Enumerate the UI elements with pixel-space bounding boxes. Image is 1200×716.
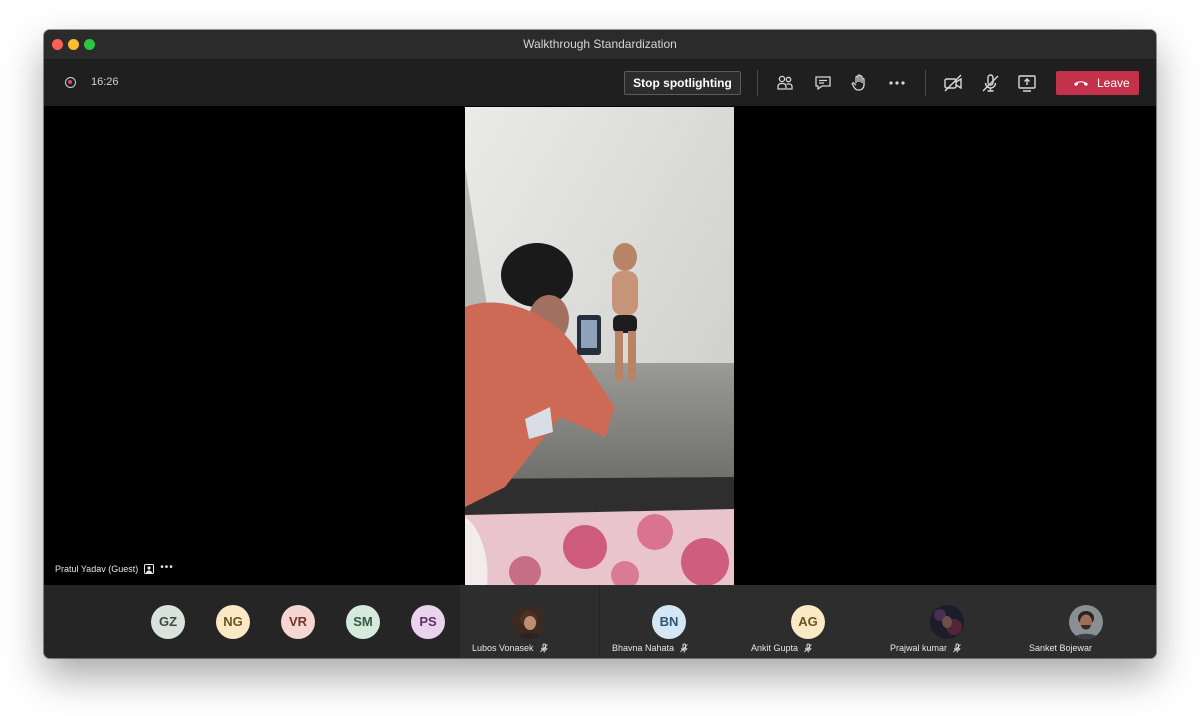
participant-tile[interactable]: Lubos Vonasek <box>460 585 599 658</box>
raise-hand-icon[interactable] <box>847 71 871 95</box>
title-bar: Walkthrough Standardization <box>44 30 1156 60</box>
window-title: Walkthrough Standardization <box>523 37 677 51</box>
meeting-timer: 16:26 <box>91 76 119 88</box>
participant-name-row: Bhavna Nahata <box>612 643 689 653</box>
mic-muted-icon <box>804 643 812 653</box>
participant-name-row: Prajwal kumar <box>890 643 962 653</box>
teams-meeting-window: Walkthrough Standardization 16:26 Stop s… <box>44 30 1156 658</box>
participant-name: Lubos Vonasek <box>472 643 534 653</box>
avatar-initials: SM <box>353 614 373 629</box>
participant-avatar-ps[interactable]: PS <box>411 605 445 639</box>
avatar-initials: VR <box>288 614 308 629</box>
participant-photo <box>930 605 964 639</box>
participant-tile[interactable]: Prajwal kumar <box>878 585 1017 658</box>
toolbar-divider <box>925 70 926 96</box>
participant-photo <box>512 605 546 639</box>
more-options-icon[interactable] <box>885 71 909 95</box>
participant-photo <box>1069 605 1103 639</box>
toolbar-divider <box>757 70 758 96</box>
participant-more-options-icon[interactable]: ••• <box>160 562 174 573</box>
participant-name: Bhavna Nahata <box>612 643 675 653</box>
avatar-initials: PS <box>419 614 437 629</box>
mic-muted-icon <box>539 643 548 653</box>
avatar-initials: BN <box>659 614 679 629</box>
leave-label: Leave <box>1097 76 1130 90</box>
leave-button[interactable]: Leave <box>1056 71 1139 95</box>
participant-tile[interactable]: AG Ankit Gupta <box>739 585 878 658</box>
phone-hangup-icon <box>1074 81 1088 86</box>
spotlight-participant-name: Pratul Yadav (Guest) <box>55 564 139 574</box>
mic-off-icon[interactable] <box>978 71 1002 95</box>
participant-tile[interactable]: BN Bhavna Nahata <box>600 585 739 658</box>
participant-avatar-bn: BN <box>652 605 686 639</box>
participant-name: Prajwal kumar <box>890 643 948 653</box>
avatar-initials: NG <box>223 614 243 629</box>
mic-muted-icon <box>953 643 961 653</box>
share-screen-icon[interactable] <box>1015 71 1039 95</box>
participant-name-row: Ankit Gupta <box>751 643 813 653</box>
spotlight-video[interactable] <box>465 107 734 585</box>
participant-name-row: Sanket Bojewar <box>1029 643 1092 653</box>
chat-icon[interactable] <box>811 71 835 95</box>
participant-avatar-gz[interactable]: GZ <box>151 605 185 639</box>
participant-avatar-ag: AG <box>791 605 825 639</box>
stop-spotlighting-button[interactable]: Stop spotlighting <box>624 71 741 95</box>
avatar-initials: AG <box>798 614 818 629</box>
participant-gallery: GZ NG VR SM PS Lubos Vonasek BN Bhavna N… <box>44 585 1156 658</box>
participant-name: Ankit Gupta <box>751 643 799 653</box>
record-icon <box>65 77 76 88</box>
camera-off-icon[interactable] <box>941 71 965 95</box>
spotlight-stage: Pratul Yadav (Guest) ••• <box>44 107 1156 585</box>
meeting-toolbar: 16:26 Stop spotlighting Leave <box>44 60 1156 106</box>
participant-name-row: Lubos Vonasek <box>472 643 549 653</box>
mic-muted-icon <box>680 643 688 653</box>
participant-tile[interactable]: Sanket Bojewar <box>1017 585 1156 658</box>
participant-avatar-sm[interactable]: SM <box>346 605 380 639</box>
spotlight-participant-label: Pratul Yadav (Guest) ••• <box>55 562 174 574</box>
participant-avatar-ng[interactable]: NG <box>216 605 250 639</box>
spotlight-pin-icon <box>144 564 155 574</box>
participant-name: Sanket Bojewar <box>1029 643 1093 653</box>
participant-avatar-vr[interactable]: VR <box>281 605 315 639</box>
participants-icon[interactable] <box>773 71 797 95</box>
avatar-initials: GZ <box>158 614 178 629</box>
